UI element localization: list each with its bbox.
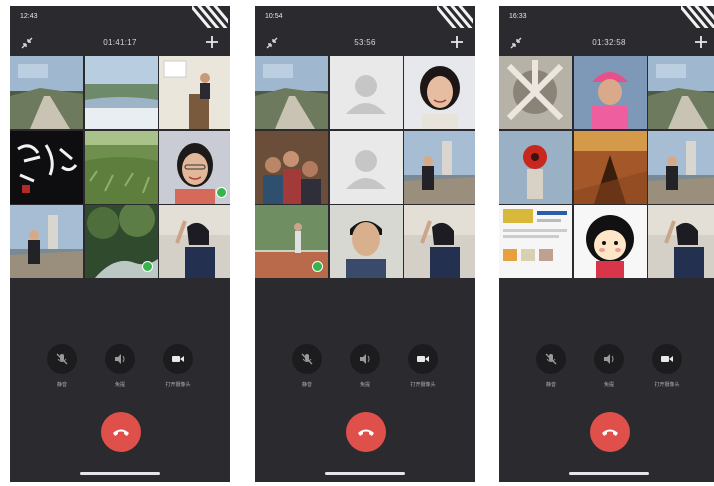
- speaker-button[interactable]: 免提: [90, 344, 150, 388]
- signal-stripes: [437, 6, 473, 28]
- speaking-indicator-icon: [141, 261, 153, 272]
- call-header: 01:41:17: [10, 32, 230, 54]
- call-timer: 01:41:17: [103, 38, 137, 47]
- participant-video-man-by-lighthouse[interactable]: [404, 130, 475, 204]
- participant-video-man-by-lighthouse[interactable]: [648, 130, 714, 204]
- phone-screen-1: 12:43 01:41:17 静音 免提 打开摄像头: [10, 6, 230, 482]
- participant-video-tennis-court[interactable]: [255, 205, 328, 278]
- speaking-indicator-icon: [312, 261, 323, 272]
- participant-video-presenter-podium[interactable]: [159, 56, 230, 129]
- phone-hangup-icon: [358, 429, 374, 436]
- participant-video-woman-pink-cap[interactable]: [573, 56, 647, 129]
- mute-button[interactable]: 静音: [32, 344, 92, 388]
- speaker-label: 免提: [114, 382, 125, 388]
- microphone-off-icon: [301, 353, 313, 365]
- participant-video-forest-stream[interactable]: [84, 205, 158, 278]
- phone-hangup-icon: [113, 429, 129, 436]
- camera-button[interactable]: 打开摄像头: [393, 344, 453, 388]
- camera-button[interactable]: 打开摄像头: [637, 344, 697, 388]
- camera-label: 打开摄像头: [654, 382, 680, 388]
- participant-video-calligraphy-art[interactable]: [10, 130, 83, 204]
- phone-screen-3: 16:33 01:32:58 静音 免提 打开摄像头: [499, 6, 714, 482]
- mute-button[interactable]: 静音: [521, 344, 581, 388]
- status-bar: 16:33: [499, 6, 714, 28]
- phone-hangup-icon: [602, 429, 618, 436]
- video-grid: [255, 56, 475, 278]
- home-indicator: [80, 472, 160, 475]
- home-indicator: [569, 472, 649, 475]
- call-header: 01:32:58: [499, 32, 714, 54]
- phone-screen-2: 10:54 53:56 静音 免提 打开摄像头: [255, 6, 475, 482]
- camera-button[interactable]: 打开摄像头: [148, 344, 208, 388]
- participant-video-woman-selfie[interactable]: [648, 205, 714, 278]
- mute-label: 静音: [301, 382, 312, 388]
- speaker-label: 免提: [359, 382, 370, 388]
- participant-video-red-flower[interactable]: [499, 130, 572, 204]
- add-participant-icon[interactable]: [204, 34, 220, 50]
- participant-video-woman-portrait[interactable]: [404, 56, 475, 129]
- hang-up-button[interactable]: [101, 412, 141, 452]
- speaker-button[interactable]: 免提: [579, 344, 639, 388]
- participant-video-woman-glasses-smiling[interactable]: [159, 130, 230, 204]
- video-camera-icon: [417, 356, 429, 362]
- video-camera-icon: [661, 356, 673, 362]
- participant-video-landscape-river[interactable]: [255, 56, 328, 129]
- participant-video-document-page[interactable]: [499, 205, 572, 278]
- add-participant-icon[interactable]: [693, 34, 709, 50]
- hang-up-button[interactable]: [590, 412, 630, 452]
- speaker-label: 免提: [603, 382, 614, 388]
- mute-label: 静音: [56, 382, 67, 388]
- microphone-off-icon: [545, 353, 557, 365]
- video-grid: [499, 56, 714, 278]
- speaker-button[interactable]: 免提: [335, 344, 395, 388]
- call-header: 53:56: [255, 32, 475, 54]
- participant-video-young-man-portrait[interactable]: [329, 205, 403, 278]
- call-timer: 01:32:58: [592, 38, 626, 47]
- participant-video-landscape-river[interactable]: [648, 56, 714, 129]
- microphone-off-icon: [56, 353, 68, 365]
- speaking-indicator-icon: [216, 186, 227, 198]
- mute-label: 静音: [545, 382, 556, 388]
- status-time: 12:43: [20, 13, 38, 20]
- video-camera-icon: [172, 356, 184, 362]
- home-indicator: [325, 472, 405, 475]
- add-participant-icon[interactable]: [449, 34, 465, 50]
- status-time: 16:33: [509, 13, 527, 20]
- camera-label: 打开摄像头: [165, 382, 191, 388]
- participant-video-shadow-sunset[interactable]: [573, 130, 647, 204]
- camera-label: 打开摄像头: [410, 382, 436, 388]
- participant-video-placeholder-avatar[interactable]: [329, 56, 403, 129]
- participant-video-group-photo[interactable]: [255, 130, 328, 204]
- mute-button[interactable]: 静音: [277, 344, 337, 388]
- call-controls: 静音 免提 打开摄像头: [255, 344, 475, 394]
- video-grid: [10, 56, 230, 278]
- speaker-icon: [115, 354, 125, 364]
- signal-stripes: [192, 6, 228, 28]
- status-bar: 10:54: [255, 6, 475, 28]
- participant-video-man-by-lighthouse[interactable]: [10, 205, 83, 278]
- call-controls: 静音 免提 打开摄像头: [499, 344, 714, 394]
- call-timer: 53:56: [354, 38, 376, 47]
- hang-up-button[interactable]: [346, 412, 386, 452]
- participant-video-waterfall-falls[interactable]: [84, 56, 158, 129]
- status-time: 10:54: [265, 13, 283, 20]
- signal-stripes: [681, 6, 714, 28]
- participant-video-woman-selfie[interactable]: [404, 205, 475, 278]
- status-bar: 12:43: [10, 6, 230, 28]
- participant-video-landscape-river[interactable]: [10, 56, 83, 129]
- participant-video-feet-circle[interactable]: [499, 56, 572, 129]
- speaker-icon: [604, 354, 614, 364]
- participant-video-cartoon-girl[interactable]: [573, 205, 647, 278]
- participant-video-green-field[interactable]: [84, 130, 158, 204]
- call-controls: 静音 免提 打开摄像头: [10, 344, 230, 394]
- participant-video-woman-selfie[interactable]: [159, 205, 230, 278]
- speaker-icon: [360, 354, 370, 364]
- participant-video-placeholder-avatar[interactable]: [329, 130, 403, 204]
